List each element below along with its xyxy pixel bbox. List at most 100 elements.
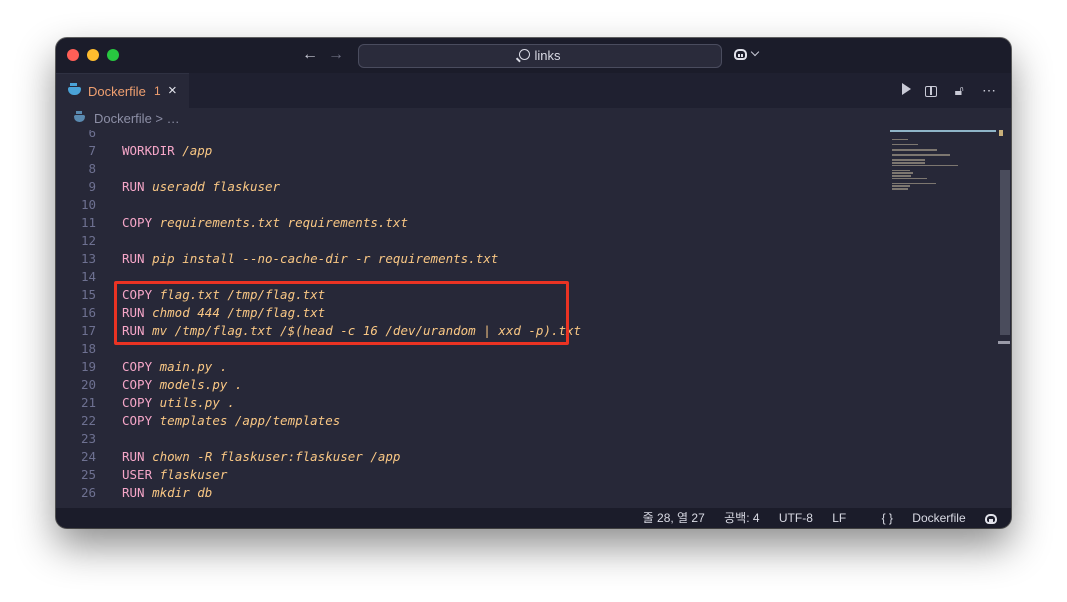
code-line[interactable]: 13 RUN pip install --no-cache-dir -r requ… [56,250,890,268]
breadcrumb-separator-icon: > [155,111,167,126]
highlight-annotation-box [114,281,569,345]
code-text: COPY requirements.txt requirements.txt [122,214,408,232]
close-tab-icon[interactable]: × [168,82,177,99]
instruction-keyword: RUN [122,179,145,194]
breadcrumb-symbols[interactable]: … [167,111,180,126]
minimap-line [892,169,911,172]
minimap-line [892,175,912,177]
instruction-arguments: utils.py . [159,395,235,410]
vertical-scrollbar[interactable] [998,130,1011,508]
split-editor-icon[interactable] [925,85,938,97]
code-text: COPY utils.py . [122,394,235,412]
line-number: 9 [88,179,96,194]
instruction-arguments: useradd flaskuser [152,179,281,194]
copilot-status-icon[interactable] [985,513,997,524]
search-icon [519,49,531,60]
forward-arrow-icon[interactable]: → [328,46,344,64]
code-line[interactable]: 12 [56,232,890,250]
line-number: 12 [80,233,96,248]
minimize-window-button[interactable] [87,49,99,61]
code-line[interactable]: 19 COPY main.py . [56,358,890,376]
minimap-line [892,182,936,185]
minimap-line [892,164,958,167]
code-line[interactable]: 23 [56,430,890,448]
more-actions-icon[interactable]: ⋯ [981,82,997,99]
line-number: 11 [80,215,96,230]
breadcrumb-file[interactable]: Dockerfile [94,111,152,126]
braces-icon: { } [881,511,893,525]
code-line[interactable]: 26 RUN mkdir db [56,484,890,502]
scrollbar-thumb[interactable] [1000,170,1010,335]
code-text: COPY main.py . [122,358,227,376]
minimap-line [892,159,925,161]
encoding[interactable]: UTF-8 [779,511,813,525]
minimap-line [892,177,927,180]
code-text: RUN pip install --no-cache-dir -r requir… [122,250,498,268]
copilot-menu[interactable] [734,46,760,61]
line-number: 25 [80,467,96,482]
line-number: 18 [80,341,96,356]
instruction-arguments: flaskuser [159,467,228,482]
end-of-line[interactable]: LF [832,511,846,525]
zoom-window-button[interactable] [107,49,119,61]
minimap-viewport [890,130,996,132]
code-line[interactable]: 9 RUN useradd flaskuser [56,178,890,196]
line-number: 24 [80,449,96,464]
tab-label: Dockerfile [88,84,146,99]
minimap-line [892,188,909,190]
tab-dockerfile[interactable]: Dockerfile 1 × [56,73,189,109]
code-text: RUN useradd flaskuser [122,178,280,196]
scroll-cursor-marker [998,341,1010,344]
instruction-keyword: RUN [122,449,145,464]
minimap-line [892,138,909,141]
cursor-position[interactable]: 줄 28, 열 27 [643,511,705,525]
code-line[interactable]: 21 COPY utils.py . [56,394,890,412]
indentation[interactable]: 공백: 4 [724,511,759,525]
code-line[interactable]: 8 [56,160,890,178]
code-line[interactable]: 22 COPY templates /app/templates [56,412,890,430]
language-mode[interactable]: { } Dockerfile [866,511,966,525]
code-line[interactable]: 20 COPY models.py . [56,376,890,394]
copilot-icon [734,49,747,61]
minimap-line [892,143,918,146]
instruction-keyword: COPY [122,377,153,392]
code-line[interactable]: 6 [56,130,890,142]
instruction-keyword: COPY [122,215,153,230]
lock-icon[interactable]: 🔓︎ [951,82,967,99]
minimap-line [892,185,911,187]
docker-icon [68,83,81,95]
line-number: 23 [80,431,96,446]
code-line[interactable]: 11 COPY requirements.txt requirements.txt [56,214,890,232]
instruction-keyword: WORKDIR [122,143,175,158]
back-arrow-icon[interactable]: ← [302,46,318,64]
code-line[interactable]: 24 RUN chown -R flaskuser:flaskuser /app [56,448,890,466]
code-line[interactable]: 7 WORKDIR /app [56,142,890,160]
line-number: 20 [80,377,96,392]
instruction-arguments: chown -R flaskuser:flaskuser /app [152,449,401,464]
instruction-arguments: requirements.txt requirements.txt [159,215,408,230]
instruction-keyword: COPY [122,359,153,374]
line-number: 14 [80,269,96,284]
code-text: RUN mkdir db [122,484,212,502]
editor-window: ← → links Dockerfile 1 × 🔓︎ ⋯ Dockerfile… [56,38,1011,528]
line-number: 6 [88,130,96,140]
line-number: 19 [80,359,96,374]
code-text: USER flaskuser [122,466,227,484]
close-window-button[interactable] [67,49,79,61]
run-icon[interactable] [902,83,912,95]
code-line[interactable]: 10 [56,196,890,214]
code-text: COPY models.py . [122,376,242,394]
line-number: 21 [80,395,96,410]
instruction-keyword: RUN [122,251,145,266]
code-editor[interactable]: 6 7 WORKDIR /app 8 9 RUN useradd flaskuser 10 1… [56,130,890,508]
instruction-arguments: templates /app/templates [159,413,341,428]
instruction-arguments: mkdir db [152,485,213,500]
code-line[interactable]: 25 USER flaskuser [56,466,890,484]
line-number: 8 [88,161,96,176]
minimap[interactable] [890,130,998,508]
instruction-keyword: COPY [122,395,153,410]
tab-bar: Dockerfile 1 × 🔓︎ ⋯ [56,73,1011,109]
scroll-marker [999,130,1003,136]
chevron-down-icon [750,47,760,57]
command-center-search[interactable]: links [358,44,722,68]
